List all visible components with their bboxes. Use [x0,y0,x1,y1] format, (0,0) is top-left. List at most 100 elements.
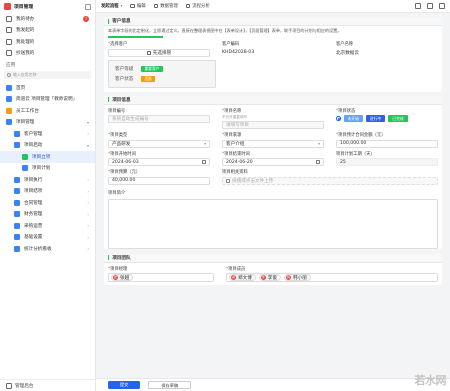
sidebar-search-input[interactable]: 输入应用名称 [4,71,91,79]
person-name: 韩小丽 [293,275,307,281]
collapse-sidebar-icon[interactable] [85,3,91,10]
sidebar-item-handled[interactable]: 我处理的 [0,36,95,48]
project-source-select[interactable]: 客户介绍 ▾ [222,139,324,148]
book-icon [6,96,12,103]
cc-icon [6,50,12,57]
project-days-value: 25 [336,158,438,166]
member-chip[interactable]: 李 李俊 [258,274,281,281]
chevron-right-icon: › [87,234,89,240]
flow-analysis-label: 流程分析 [192,4,210,9]
chevron-right-icon: › [87,246,89,252]
project-section: 项目信息 项目编号 系统自动生成编号 *项目名称 不允许重复填写 请填写项目 *… [104,95,442,249]
project-name-input[interactable]: 请填写项目 [222,121,324,129]
folder-icon [14,234,20,241]
status-option-not-started[interactable]: 未开始 [343,115,363,122]
sidebar-item-finance[interactable]: 财务管理 › [0,209,95,221]
form-icon [22,153,28,160]
folder-icon [14,211,20,218]
status-option-in-progress[interactable]: 进行中 [365,115,386,122]
field-label: 项目计划工期（天） [336,151,375,157]
project-amount-input[interactable]: 100,000.00 [336,139,438,148]
folder-icon [14,142,20,149]
table-icon [153,3,159,9]
project-code-input[interactable]: 系统自动生成编号 [108,115,210,123]
chevron-right-icon: › [87,200,89,206]
level-tag: 重要客户 [141,65,163,72]
share-icon[interactable] [415,3,421,9]
search-placeholder: 输入应用名称 [13,72,37,77]
chevron-down-icon: ▾ [204,141,206,146]
sidebar-item-startup[interactable]: 项目启动 ▾ [0,140,95,152]
project-start-date[interactable]: 2024-06-03 [108,158,210,166]
sidebar-item-label: 简道云 项目管理「教师说明」 [16,97,78,103]
sidebar-footer-admin[interactable]: 管理后台 [0,379,96,391]
submit-button[interactable]: 提交 [108,381,141,389]
sidebar-item-project-mgmt[interactable]: 项目管理 ▾ [0,117,95,129]
sidebar-item-label: 抄送我的 [16,51,35,57]
chevron-down-icon: ▾ [86,119,89,125]
field-label: *项目来源 [222,133,242,138]
sidebar-item-label: 项目启动 [24,143,43,149]
section-title: 项目信息 [104,95,442,105]
sidebar-item-contract[interactable]: 合同管理 › [0,197,95,209]
sidebar-item-label: 项目结项 [24,189,43,195]
data-mgmt-button[interactable]: 数据管理 [153,3,178,9]
flow-analysis-button[interactable]: 流程分析 [185,3,210,9]
project-budget-input[interactable]: 40,000.00 [108,176,210,185]
watermark: 若水网 [414,374,447,387]
sidebar-item-execute[interactable]: 项目执行 › [0,174,95,186]
sidebar-item-home[interactable]: 首页 [0,82,95,94]
avatar: 韩 [286,275,291,280]
form-content: 客户信息 本表单字段的比定制化，立即通过定义。直接在整理表视图中在【表单设计】，… [96,13,450,378]
customer-name-value: 北京数据云 [336,50,359,56]
team-section: 项目团队 *项目经理 张 张越 *项目成员 郑 郑文博 李 李俊 韩 韩小丽 [104,253,442,286]
chevron-right-icon: › [87,131,89,137]
attachment-upload[interactable]: 拖拽或点击文件上传 [222,176,438,185]
customer-fields: *选择客户 先选择管 客户编码 KHD42028-03 客户名称 北京数据云 [104,38,442,60]
sidebar: 项目管理 我的待办 7 我发起的 我处理的 抄送我的 应用 输入应用名称 首页 … [0,0,96,391]
select-customer-button[interactable]: 先选择管 [108,48,210,57]
sidebar-item-customer[interactable]: 客户管理 › [0,128,95,140]
project-intro-textarea[interactable] [108,198,438,249]
manager-chip[interactable]: 张 张越 [111,274,134,281]
sidebar-item-workbench[interactable]: 员工工作台 [0,105,95,117]
members-picker[interactable]: 郑 郑文博 李 李俊 韩 韩小丽 [226,273,438,282]
edit-button[interactable]: 编辑 [130,3,146,9]
sidebar-item-plan[interactable]: 项目计划 [0,163,95,175]
launch-flow-button[interactable]: 发起流程 ▾ [101,3,122,9]
sidebar-item-initiated[interactable]: 我发起的 [0,25,95,37]
save-draft-button[interactable]: 保存草稿 [148,381,192,389]
field-label: *项目状态 [336,108,356,114]
app-title: 项目管理 [14,5,34,10]
field-label: 客户编码 [222,42,240,47]
sidebar-item-label: 我处理的 [16,39,35,45]
customer-section: 客户信息 本表单字段的比定制化，立即通过定义。直接在整理表视图中在【表单设计】，… [104,17,442,92]
sidebar-item-settings[interactable]: 基础设置 › [0,232,95,244]
status-option-done[interactable]: 已完成 [388,115,408,122]
project-end-field: *项目结束时间 2024-06-20 [222,151,324,166]
member-chip[interactable]: 郑 郑文博 [229,274,256,281]
sidebar-item-cc[interactable]: 抄送我的 [0,48,95,60]
sidebar-item-dashboard[interactable]: 统计分析看板 › [0,243,95,255]
settings-icon[interactable] [427,3,433,9]
project-end-date[interactable]: 2024-06-20 [222,158,324,166]
project-intro-field: 项目简介 [104,188,442,196]
manager-picker[interactable]: 张 张越 [108,273,214,282]
sidebar-item-label: 首页 [16,85,26,91]
sidebar-item-purchase[interactable]: 采购运营 › [0,220,95,232]
chevron-right-icon: › [87,188,89,194]
field-label: *项目成员 [226,266,246,272]
sidebar-item-approval[interactable]: 项目立项 [0,151,95,163]
more-icon[interactable] [439,3,445,9]
field-label: *项目名称 [222,108,242,114]
sidebar-item-todo[interactable]: 我的待办 7 [0,13,95,25]
member-chip[interactable]: 韩 韩小丽 [284,274,311,281]
folder-icon [14,245,20,252]
project-type-select[interactable]: 产品研发 ▾ [108,139,210,148]
radio-selected-icon[interactable] [336,116,341,121]
team-fields: *项目经理 张 张越 *项目成员 郑 郑文博 李 李俊 韩 韩小丽 [104,263,442,286]
status-tag: 活跃 [141,75,155,82]
sidebar-item-guide[interactable]: 简道云 项目管理「教师说明」 [0,94,95,106]
sidebar-item-label: 项目管理 [16,120,35,126]
sidebar-item-closing[interactable]: 项目结项 › [0,186,95,198]
